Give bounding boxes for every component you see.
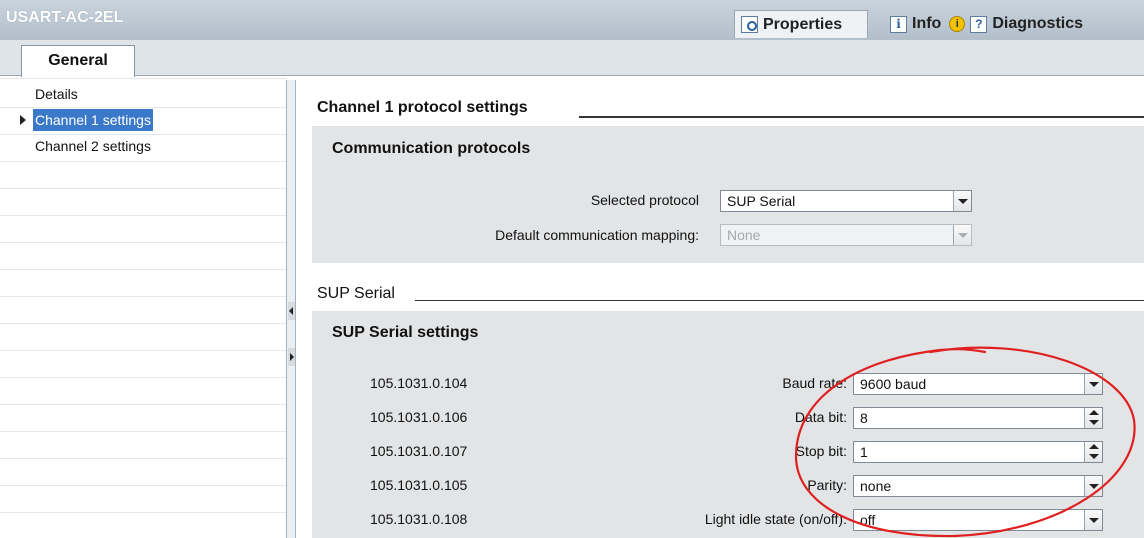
section-divider (579, 116, 1144, 118)
baud-rate-label: Baud rate: (782, 375, 847, 391)
collapse-left-icon[interactable] (288, 302, 295, 320)
default-mapping-label: Default communication mapping: (495, 227, 699, 243)
data-bit-stepper[interactable]: 8 (853, 407, 1103, 429)
tab-strip: General (0, 40, 1144, 77)
stop-bit-stepper[interactable]: 1 (853, 441, 1103, 463)
communication-protocols-panel: Communication protocols Selected protoco… (312, 126, 1144, 263)
address-baud-rate: 105.1031.0.104 (370, 375, 468, 391)
stop-bit-label: Stop bit: (795, 443, 847, 459)
expand-right-icon[interactable] (288, 348, 295, 366)
expand-arrow-icon[interactable] (20, 115, 26, 125)
parity-dropdown[interactable]: none (853, 475, 1103, 497)
parity-value: none (860, 478, 892, 494)
tab-properties-label: Properties (763, 15, 843, 33)
nav-item-label: Details (35, 86, 78, 102)
light-idle-state-label: Light idle state (on/off): (704, 511, 847, 527)
parity-label: Parity: (807, 477, 847, 493)
settings-nav: Details Channel 1 settings Channel 2 set… (0, 77, 287, 538)
address-stop-bit: 105.1031.0.107 (370, 443, 468, 459)
tab-info[interactable]: Info (912, 15, 941, 33)
dropdown-arrow-icon[interactable] (1084, 510, 1102, 530)
panel-title: Communication protocols (332, 140, 531, 157)
default-mapping-dropdown: None (720, 224, 972, 246)
nav-item-label: Channel 1 settings (33, 109, 153, 131)
splitter[interactable] (286, 80, 296, 538)
light-idle-state-value: off (860, 512, 876, 528)
data-bit-value: 8 (860, 410, 868, 426)
dropdown-arrow-icon[interactable] (1084, 374, 1102, 394)
selected-protocol-value: SUP Serial (727, 193, 796, 209)
inspector-tabs-right: i Info i ? Diagnostics (884, 10, 1144, 38)
properties-icon (741, 16, 758, 33)
nav-item-details[interactable]: Details (0, 83, 287, 105)
nav-item-channel-1-settings[interactable]: Channel 1 settings (0, 109, 287, 131)
data-bit-label: Data bit: (794, 409, 847, 425)
window-title: USART-AC-2EL (6, 9, 124, 26)
panel-title: SUP Serial settings (332, 324, 479, 341)
main-content: Channel 1 protocol settings Communicatio… (297, 77, 1144, 538)
tab-properties[interactable]: Properties (734, 10, 868, 38)
diagnostics-icon: ? (970, 15, 988, 33)
tab-diagnostics[interactable]: Diagnostics (992, 15, 1083, 33)
baud-rate-value: 9600 baud (860, 376, 927, 392)
nav-item-label: Channel 2 settings (35, 138, 151, 154)
baud-rate-dropdown[interactable]: 9600 baud (853, 373, 1103, 395)
address-light-idle-state: 105.1031.0.108 (370, 511, 468, 527)
section-title: Channel 1 protocol settings (317, 99, 528, 116)
info-tab-icon: i (890, 15, 907, 33)
tab-general[interactable]: General (21, 45, 135, 77)
stop-bit-value: 1 (860, 444, 868, 460)
spinner-arrows-icon[interactable] (1084, 408, 1102, 428)
spinner-arrows-icon[interactable] (1084, 442, 1102, 462)
selected-protocol-label: Selected protocol (590, 192, 699, 208)
nav-item-channel-2-settings[interactable]: Channel 2 settings (0, 135, 287, 157)
section-divider (415, 300, 1144, 301)
default-mapping-value: None (727, 227, 761, 243)
dropdown-arrow-icon[interactable] (1084, 476, 1102, 496)
address-data-bit: 105.1031.0.106 (370, 409, 468, 425)
dropdown-arrow-icon (953, 225, 971, 245)
selected-protocol-dropdown[interactable]: SUP Serial (720, 190, 972, 212)
info-circle-icon: i (949, 16, 966, 32)
sup-serial-section-title: SUP Serial (317, 285, 395, 302)
light-idle-state-dropdown[interactable]: off (853, 509, 1103, 531)
title-bar: USART-AC-2EL Properties i Info i ? Diagn… (0, 0, 1144, 40)
address-parity: 105.1031.0.105 (370, 477, 468, 493)
dropdown-arrow-icon[interactable] (953, 191, 971, 211)
sup-serial-settings-panel: SUP Serial settings 105.1031.0.104 Baud … (312, 311, 1144, 538)
